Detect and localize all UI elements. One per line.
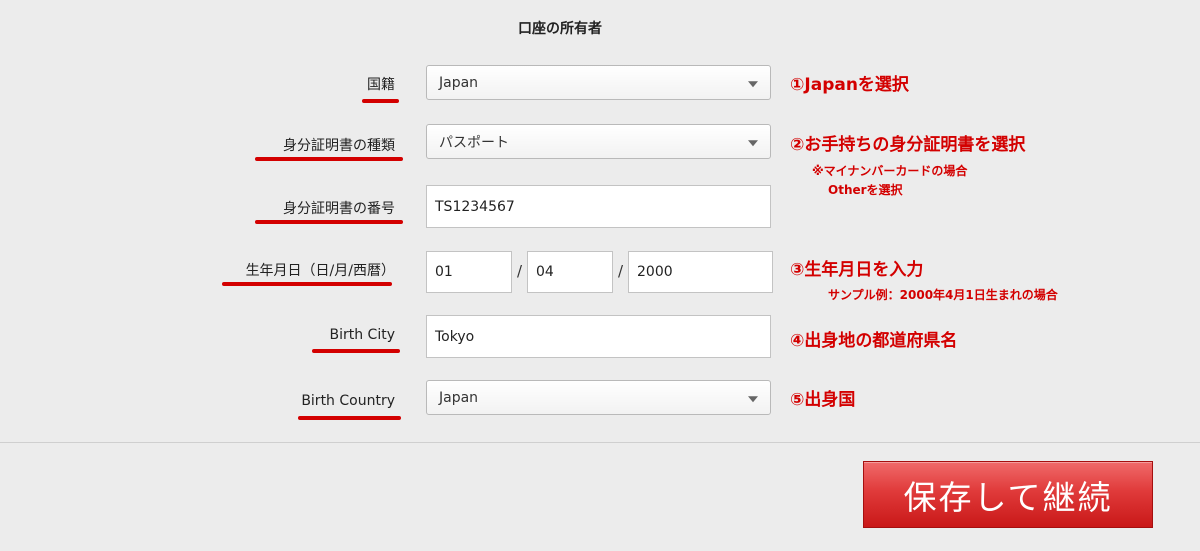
- chevron-down-icon: [748, 80, 758, 87]
- id-number-input[interactable]: TS1234567: [426, 185, 771, 228]
- nationality-label: 国籍: [367, 77, 395, 93]
- annotation-4: ④出身地の都道府県名: [790, 331, 958, 351]
- birth-country-select[interactable]: Japan: [426, 380, 771, 415]
- birth-year-input-value: 2000: [637, 264, 673, 280]
- nationality-label-underline: [362, 99, 399, 103]
- id-number-label-underline: [255, 220, 403, 224]
- annotation-5: ⑤出身国: [790, 390, 856, 410]
- birth-city-input[interactable]: Tokyo: [426, 315, 771, 358]
- nationality-select-value: Japan: [439, 74, 479, 91]
- birth-country-label: Birth Country: [301, 393, 395, 409]
- birth-country-label-underline: [298, 416, 401, 420]
- birth-city-label: Birth City: [329, 327, 395, 343]
- id-type-label: 身分証明書の種類: [283, 138, 395, 154]
- id-number-input-value: TS1234567: [435, 198, 515, 215]
- annotation-1: ①Japanを選択: [790, 75, 909, 95]
- divider: [0, 442, 1200, 443]
- id-type-label-underline: [255, 157, 403, 161]
- nationality-select[interactable]: Japan: [426, 65, 771, 100]
- annotation-2-note-2: Otherを選択: [828, 183, 903, 197]
- birth-year-input[interactable]: 2000: [628, 251, 773, 293]
- annotation-2-note-1: ※マイナンバーカードの場合: [812, 164, 968, 178]
- birth-city-input-value: Tokyo: [435, 328, 475, 345]
- id-number-label: 身分証明書の番号: [283, 201, 395, 217]
- birth-date-label-underline: [222, 282, 392, 286]
- id-type-select[interactable]: パスポート: [426, 124, 771, 159]
- birth-month-input-value: 04: [536, 264, 554, 280]
- birth-city-label-underline: [312, 349, 400, 353]
- birth-date-label: 生年月日（日/月/西暦）: [245, 263, 395, 279]
- id-type-select-value: パスポート: [439, 134, 509, 151]
- annotation-2: ②お手持ちの身分証明書を選択: [790, 135, 1026, 155]
- birth-day-input[interactable]: 01: [426, 251, 512, 293]
- chevron-down-icon: [748, 395, 758, 402]
- annotation-3-note: サンプル例：2000年4月1日生まれの場合: [828, 288, 1058, 302]
- birth-month-input[interactable]: 04: [527, 251, 613, 293]
- date-separator: /: [618, 262, 624, 280]
- annotation-3: ③生年月日を入力: [790, 260, 924, 280]
- save-and-continue-button[interactable]: 保存して継続: [863, 461, 1153, 528]
- birth-day-input-value: 01: [435, 264, 453, 280]
- section-title: 口座の所有者: [518, 21, 602, 37]
- chevron-down-icon: [748, 139, 758, 146]
- birth-country-select-value: Japan: [439, 389, 479, 406]
- date-separator: /: [517, 262, 523, 280]
